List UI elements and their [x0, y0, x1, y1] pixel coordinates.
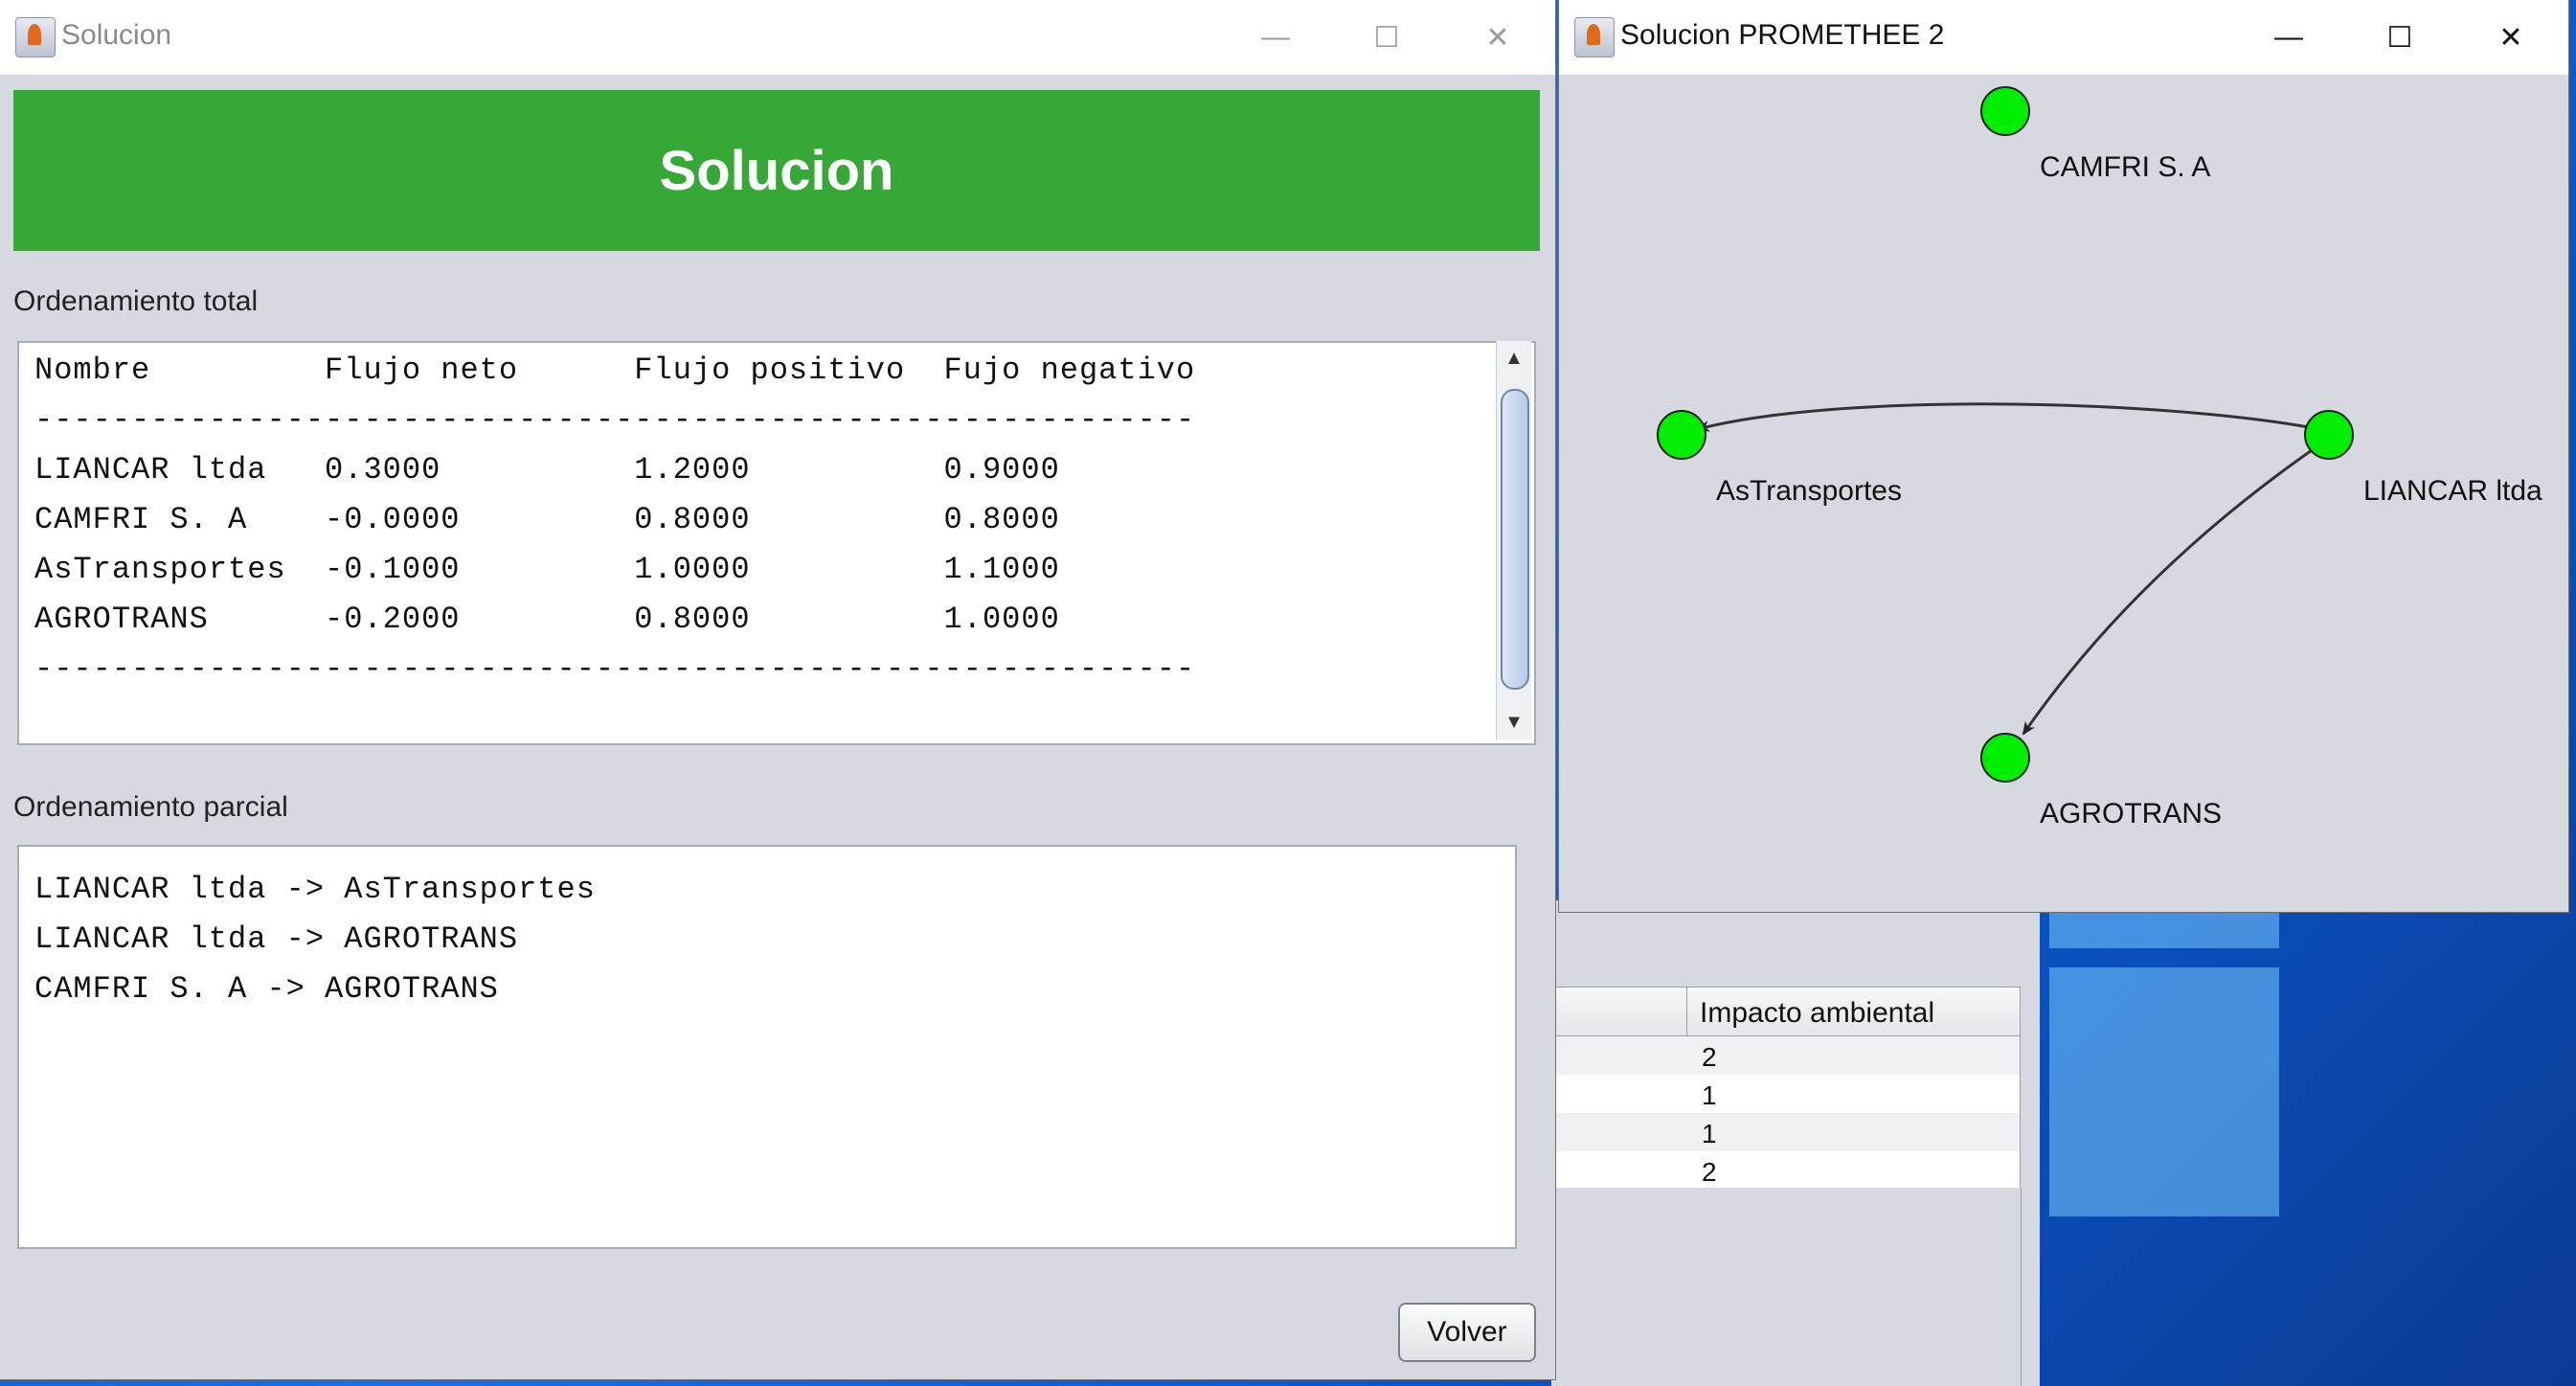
close-button[interactable]: ✕: [1442, 0, 1553, 75]
ranking-row: CAMFRI S. A -0.0000 0.8000 0.8000: [34, 502, 1060, 537]
solution-window: Solucion — ☐ ✕ Solucion Ordenamiento tot…: [0, 0, 1555, 1379]
node-astransportes[interactable]: [1657, 410, 1706, 460]
java-app-icon: [15, 17, 56, 57]
node-label-camfri: CAMFRI S. A: [2040, 151, 2210, 183]
table-header-line: Nombre Flujo neto Flujo positivo Fujo ne…: [34, 352, 1196, 388]
total-ordering-label: Ordenamiento total: [13, 285, 259, 317]
maximize-button[interactable]: ☐: [1331, 0, 1442, 75]
scroll-up-icon[interactable]: ▲: [1497, 341, 1531, 375]
background-table-empty-area: [1555, 1188, 2022, 1386]
maximize-button[interactable]: ☐: [2344, 0, 2455, 75]
table-row[interactable]: 2: [1555, 1151, 2021, 1190]
title-bar[interactable]: Solucion — ☐ ✕: [0, 0, 1555, 75]
ranking-row: AGROTRANS -0.2000 0.8000 1.0000: [34, 602, 1060, 637]
minimize-button[interactable]: —: [1220, 0, 1331, 75]
total-ordering-textarea[interactable]: Nombre Flujo neto Flujo positivo Fujo ne…: [17, 341, 1536, 745]
divider-line: ----------------------------------------…: [34, 402, 1196, 438]
maximize-icon: ☐: [1373, 21, 1400, 54]
edge-liancar-agrotrans: [2022, 446, 2316, 736]
window-title: Solucion PROMETHEE 2: [1620, 19, 1945, 51]
table-cell: 1: [1702, 1119, 1717, 1148]
ranking-row: AsTransportes -0.1000 1.0000 1.1000: [34, 552, 1060, 587]
promethee-window: Solucion PROMETHEE 2 — ☐ ✕ CAMFRI S. A A…: [1559, 0, 2568, 912]
table-cell: 2: [1702, 1157, 1717, 1187]
vertical-scrollbar[interactable]: ▲ ▼: [1496, 341, 1531, 739]
table-header-impacto[interactable]: Impacto ambiental: [1700, 997, 1934, 1030]
edge-liancar-astransportes: [1696, 402, 2330, 433]
partial-line: LIANCAR ltda -> AsTransportes: [34, 872, 596, 907]
node-label-astransportes: AsTransportes: [1716, 475, 1902, 507]
ranking-row: LIANCAR ltda 0.3000 1.2000 0.9000: [34, 452, 1060, 488]
node-liancar[interactable]: [2304, 410, 2354, 460]
table-row[interactable]: 2: [1555, 1036, 2021, 1075]
java-app-icon: [1574, 17, 1615, 57]
node-agrotrans[interactable]: [1980, 733, 2030, 783]
minimize-icon: —: [1261, 21, 1290, 53]
desktop-light-pane: [2049, 910, 2279, 948]
maximize-icon: ☐: [2386, 21, 2413, 54]
window-title: Solucion: [61, 19, 172, 51]
table-cell: 1: [1702, 1080, 1717, 1110]
close-icon: ✕: [2498, 21, 2523, 54]
node-label-liancar: LIANCAR ltda: [2363, 475, 2542, 507]
promethee-graph: CAMFRI S. A AsTransportes LIANCAR ltda A…: [1657, 86, 2542, 829]
partial-line: LIANCAR ltda -> AGROTRANS: [34, 921, 519, 957]
table-row[interactable]: 1: [1555, 1075, 2021, 1113]
title-bar[interactable]: Solucion PROMETHEE 2 — ☐ ✕: [1559, 0, 2568, 75]
partial-ordering-label: Ordenamiento parcial: [13, 791, 288, 823]
partial-line: CAMFRI S. A -> AGROTRANS: [34, 971, 499, 1007]
partial-ordering-textarea[interactable]: LIANCAR ltda -> AsTransportes LIANCAR lt…: [17, 845, 1517, 1249]
table-header-cell[interactable]: [1556, 988, 1687, 1035]
node-label-agrotrans: AGROTRANS: [2040, 798, 2222, 829]
divider-line: ----------------------------------------…: [34, 651, 1196, 687]
node-camfri[interactable]: [1980, 86, 2030, 136]
table-cell: 2: [1702, 1042, 1717, 1072]
scrollbar-thumb[interactable]: [1501, 389, 1529, 690]
table-row[interactable]: 1: [1555, 1113, 2021, 1151]
scroll-down-icon[interactable]: ▼: [1497, 705, 1531, 739]
minimize-icon: —: [2274, 21, 2303, 53]
minimize-button[interactable]: —: [2233, 0, 2344, 75]
back-button[interactable]: Volver: [1398, 1303, 1536, 1362]
close-icon: ✕: [1485, 21, 1510, 54]
background-table: Impacto ambiental 2 1 1 2: [1555, 987, 2021, 1190]
table-header[interactable]: Impacto ambiental: [1555, 987, 2021, 1036]
solution-banner: Solucion: [13, 90, 1540, 251]
close-button[interactable]: ✕: [2455, 0, 2566, 75]
desktop-light-pane: [2049, 967, 2279, 1216]
